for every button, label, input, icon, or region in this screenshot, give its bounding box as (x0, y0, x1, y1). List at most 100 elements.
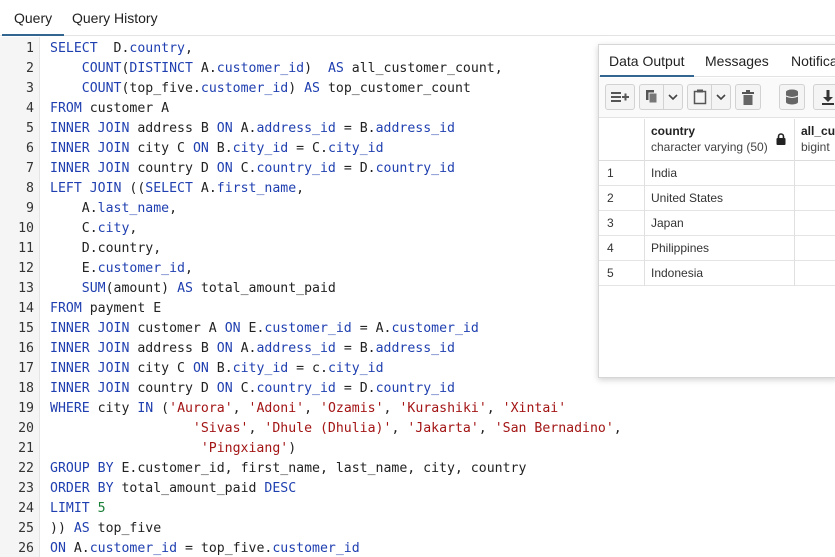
column-header-country[interactable]: country character varying (50) (645, 119, 795, 161)
tab-messages[interactable]: Messages (696, 45, 778, 77)
code-token: ON (216, 381, 233, 396)
code-token: INNER JOIN (50, 121, 130, 136)
code-token: A. (232, 121, 257, 136)
code-token: DESC (264, 481, 297, 496)
tab-query[interactable]: Query (2, 0, 65, 36)
code-text: INNER JOIN country D ON C.country_id = D… (50, 159, 455, 179)
line-number: 2 (26, 61, 34, 76)
code-token: ON (192, 141, 209, 156)
column-name: country (651, 124, 696, 138)
copy-options-dropdown[interactable] (663, 84, 683, 110)
table-row[interactable]: 1 India (599, 161, 835, 186)
add-row-icon (611, 92, 629, 102)
code-text: INNER JOIN address B ON A.address_id = B… (50, 339, 455, 359)
lock-icon (776, 133, 786, 145)
code-text: LIMIT 5 (50, 499, 106, 519)
download-button[interactable] (813, 84, 835, 110)
code-text: D.country, (50, 239, 161, 259)
code-token: ) (304, 61, 328, 76)
table-row[interactable]: 2 United States (599, 186, 835, 211)
code-token: 'Xintai' (502, 401, 567, 416)
cell-country[interactable]: Japan (645, 211, 795, 236)
table-row[interactable]: 4 Philippines (599, 236, 835, 261)
cell-country[interactable]: United States (645, 186, 795, 211)
code-token: , (184, 261, 193, 276)
paste-button[interactable] (687, 84, 711, 110)
code-token: ON (224, 321, 241, 336)
line-number: 16 (18, 341, 34, 356)
add-row-button[interactable] (605, 84, 635, 110)
code-token: = B. (335, 121, 376, 136)
delete-row-button[interactable] (735, 84, 761, 110)
cell-all-customer-count[interactable] (795, 236, 835, 261)
cell-all-customer-count[interactable] (795, 186, 835, 211)
cell-country[interactable]: Philippines (645, 236, 795, 261)
cell-all-customer-count[interactable] (795, 261, 835, 286)
code-token: A. (192, 181, 217, 196)
code-token: IN (137, 401, 154, 416)
output-toolbar (599, 78, 835, 118)
code-token: WHERE (50, 401, 90, 416)
code-token: city C (129, 361, 193, 376)
code-token: , (613, 421, 622, 436)
code-token: 'Jakarta' (407, 421, 479, 436)
code-token: (( (121, 181, 146, 196)
code-token: SELECT (50, 41, 98, 56)
code-token: INNER JOIN (50, 361, 130, 376)
save-data-button[interactable] (779, 84, 805, 110)
table-row[interactable]: 3 Japan (599, 211, 835, 236)
code-token: , (296, 181, 305, 196)
code-token: address_id (375, 121, 455, 136)
paste-options-dropdown[interactable] (711, 84, 731, 110)
code-token: ON (216, 161, 233, 176)
line-number: 8 (26, 181, 34, 196)
code-token: INNER JOIN (50, 141, 130, 156)
line-number: 9 (26, 201, 34, 216)
cell-all-customer-count[interactable] (795, 161, 835, 186)
code-text: SELECT D.country, (50, 39, 193, 59)
copy-button[interactable] (639, 84, 663, 110)
cell-all-customer-count[interactable] (795, 211, 835, 236)
code-token: address_id (375, 341, 455, 356)
line-number: 12 (18, 261, 34, 276)
copy-icon (645, 90, 657, 104)
row-number: 2 (599, 186, 645, 211)
code-token: top_customer_count (320, 81, 471, 96)
tab-query-history[interactable]: Query History (60, 0, 170, 36)
code-token: , (248, 421, 265, 436)
code-text: 'Sivas', 'Dhule (Dhulia)', 'Jakarta', 'S… (50, 419, 622, 439)
code-token: country_id (375, 161, 455, 176)
code-token: , (391, 421, 408, 436)
line-number: 5 (26, 121, 34, 136)
code-token: GROUP BY (50, 461, 114, 476)
code-token: FROM (50, 101, 82, 116)
code-token: INNER JOIN (50, 341, 130, 356)
table-row[interactable]: 5 Indonesia (599, 261, 835, 286)
code-token: COUNT (81, 81, 122, 96)
code-token: ON (192, 361, 209, 376)
code-token: B. (208, 361, 233, 376)
code-text: A.last_name, (50, 199, 177, 219)
tab-data-output[interactable]: Data Output (600, 45, 694, 77)
code-token: = B. (335, 341, 376, 356)
line-number: 24 (18, 501, 34, 516)
code-token: AS (327, 61, 344, 76)
code-token: , (169, 201, 178, 216)
code-token: E. (240, 321, 265, 336)
cell-country[interactable]: India (645, 161, 795, 186)
tab-notifications[interactable]: Notifica (782, 45, 835, 77)
code-text: INNER JOIN city C ON B.city_id = C.city_… (50, 139, 384, 159)
code-token: ) (288, 441, 297, 456)
code-text: )) AS top_five (50, 519, 161, 539)
code-token: E.customer_id, first_name, last_name, ci… (113, 461, 527, 476)
column-header-all-customer-count[interactable]: all_cus bigint (795, 119, 835, 161)
line-number: 25 (18, 521, 34, 536)
line-number: 4 (26, 101, 34, 116)
top-tab-bar: Query Query History (0, 0, 835, 36)
cell-country[interactable]: Indonesia (645, 261, 795, 286)
code-token: last_name (97, 201, 170, 216)
code-token: address_id (256, 341, 336, 356)
column-name: all_cus (801, 124, 835, 138)
